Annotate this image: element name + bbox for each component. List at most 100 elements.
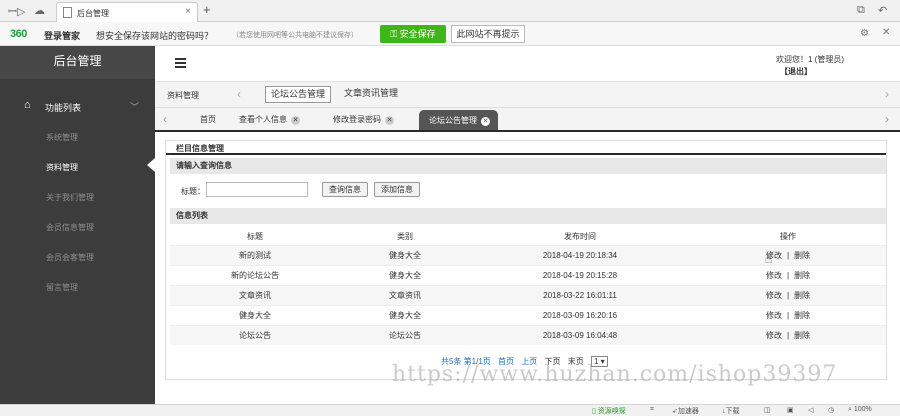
info-table: 标题 类别 发布时间 操作 新的测试 健身大全 2018-04-19 20:18…: [170, 229, 886, 345]
module-forum-notice[interactable]: 论坛公告管理: [265, 86, 332, 103]
sidebar-item-about[interactable]: 关于我们管理: [46, 192, 94, 203]
close-icon[interactable]: ✕: [385, 116, 394, 125]
cell-actions: 修改 | 删除: [690, 324, 886, 345]
current-section: 资料管理: [167, 91, 199, 100]
edit-link[interactable]: 修改: [766, 311, 782, 320]
tab-forum-notice-label: 论坛公告管理: [429, 116, 477, 125]
screenshot-icon[interactable]: ⌗: [650, 406, 654, 414]
close-icon[interactable]: ✕: [882, 27, 890, 38]
logout-link[interactable]: 【退出】: [780, 66, 812, 77]
accelerator-item[interactable]: ➶加速器: [672, 406, 699, 416]
key-icon: ⚿: [390, 29, 400, 39]
cell-category: 健身大全: [340, 264, 470, 285]
column-header-category: 类别: [397, 232, 413, 242]
undo-icon[interactable]: ↶: [878, 4, 887, 17]
gear-icon[interactable]: ⚙: [860, 28, 869, 39]
welcome-text: 欢迎您！1 (管理员): [776, 55, 844, 64]
close-icon[interactable]: ✕: [481, 117, 490, 126]
sniffer-label: 资源嗅探: [597, 408, 626, 415]
page-icon: [63, 7, 72, 18]
cell-title: 论坛公告: [170, 324, 340, 345]
delete-link[interactable]: 删除: [794, 291, 810, 300]
query-button[interactable]: 查询信息: [322, 182, 368, 197]
cell-time: 2018-03-22 16:01:11: [470, 284, 690, 305]
module-bar: 资料管理 ‹ 论坛公告管理 文章资讯管理 ›: [155, 82, 900, 108]
sniffer-item[interactable]: ▯ 资源嗅探: [592, 406, 626, 416]
table-row: 文章资讯 文章资讯 2018-03-22 16:01:11 修改 | 删除: [170, 284, 886, 305]
op-separator: |: [786, 290, 790, 300]
save-note: （若您使用网吧等公共电脑不建议保存）: [232, 32, 358, 39]
restore-icon[interactable]: ⧉: [857, 4, 865, 17]
menu-icon[interactable]: [175, 58, 186, 70]
table-row: 新的测试 健身大全 2018-04-19 20:18:34 修改 | 删除: [170, 244, 886, 265]
sidebar-item-system[interactable]: 系统管理: [46, 132, 78, 143]
cloud-icon[interactable]: ☁: [34, 4, 45, 17]
sidebar-item-messages[interactable]: 留言管理: [46, 282, 78, 293]
module-articles[interactable]: 文章资讯管理: [339, 86, 403, 103]
accelerator-label: 加速器: [677, 408, 699, 415]
tab-profile[interactable]: 查看个人信息 ✕: [239, 114, 300, 125]
panel-divider: [166, 153, 886, 155]
new-tab-button[interactable]: +: [203, 2, 211, 17]
safe-save-button[interactable]: ⚿ 安全保存: [380, 25, 446, 43]
delete-link[interactable]: 删除: [794, 271, 810, 280]
close-icon[interactable]: ✕: [291, 116, 300, 125]
title-search-input[interactable]: [206, 182, 308, 197]
cell-title: 健身大全: [170, 304, 340, 325]
delete-link[interactable]: 删除: [794, 251, 810, 260]
never-prompt-button[interactable]: 此网站不再提示: [451, 25, 525, 43]
edit-link[interactable]: 修改: [766, 291, 782, 300]
sidebar-item-materials[interactable]: 资料管理: [46, 162, 78, 173]
browser-tab[interactable]: 后台管理 ×: [56, 2, 198, 22]
mute-icon[interactable]: ◁: [808, 406, 813, 414]
split-icon[interactable]: ◫: [764, 406, 771, 414]
sidebar-item-member-visits[interactable]: 会员会客管理: [46, 252, 94, 263]
tab-home-label: 首页: [200, 115, 216, 124]
sidebar-item-members[interactable]: 会员信息管理: [46, 222, 94, 233]
op-separator: |: [786, 330, 790, 340]
chevron-left-icon[interactable]: ‹: [237, 87, 241, 101]
browser-tab-title: 后台管理: [77, 9, 109, 18]
cell-category: 健身大全: [340, 304, 470, 325]
cell-actions: 修改 | 删除: [690, 264, 886, 285]
chevron-left-icon[interactable]: ‹: [163, 112, 167, 126]
tab-forum-notice[interactable]: 论坛公告管理 ✕: [419, 110, 498, 130]
zoom-item[interactable]: ⌕ 100%: [848, 406, 872, 414]
zoom-label: 100%: [853, 406, 872, 413]
browser-tab-bar: ꟷ▷ ☁ 后台管理 × + ⧉ ↶: [0, 0, 900, 22]
chevron-right-icon[interactable]: ›: [885, 87, 889, 101]
column-header-time: 发布时间: [564, 232, 596, 242]
active-pointer: [147, 158, 155, 172]
edit-link[interactable]: 修改: [766, 331, 782, 340]
cell-title: 新的论坛公告: [170, 264, 340, 285]
cell-category: 健身大全: [340, 244, 470, 265]
tab-change-password-label: 修改登录密码: [333, 115, 381, 124]
clock-icon[interactable]: ◷: [828, 406, 834, 414]
cell-actions: 修改 | 删除: [690, 304, 886, 325]
download-item[interactable]: ↓下载: [722, 406, 740, 416]
delete-link[interactable]: 删除: [794, 331, 810, 340]
column-header-actions: 操作: [780, 232, 796, 242]
chevron-down-icon: ﹀: [130, 102, 140, 112]
tab-profile-label: 查看个人信息: [239, 115, 287, 124]
op-separator: |: [786, 310, 790, 320]
sidebar: 后台管理 ⌂ 功能列表 ﹀ 系统管理 资料管理 关于我们管理 会员信息管理 会员…: [0, 46, 155, 404]
sidebar-group-label: 功能列表: [45, 103, 82, 113]
back-forward-icon[interactable]: ꟷ▷: [8, 4, 25, 19]
add-info-button[interactable]: 添加信息: [374, 182, 420, 197]
cell-title: 新的测试: [170, 244, 340, 265]
delete-link[interactable]: 删除: [794, 311, 810, 320]
edit-link[interactable]: 修改: [766, 271, 782, 280]
sidebar-group-functions[interactable]: ⌂ 功能列表 ﹀: [0, 94, 155, 118]
tab-change-password[interactable]: 修改登录密码 ✕: [333, 114, 394, 125]
table-row: 新的论坛公告 健身大全 2018-04-19 20:15:28 修改 | 删除: [170, 264, 886, 285]
window-icon[interactable]: ▣: [787, 406, 794, 414]
cell-actions: 修改 | 删除: [690, 284, 886, 305]
tab-home[interactable]: 首页: [200, 114, 216, 125]
table-row: 论坛公告 论坛公告 2018-03-09 16:04:48 修改 | 删除: [170, 324, 886, 345]
tab-close-icon[interactable]: ×: [185, 6, 191, 17]
watermark: https://www.huzhan.com/ishop39397: [392, 362, 838, 387]
chevron-right-icon[interactable]: ›: [885, 112, 889, 126]
zoom-icon: ⌕: [848, 406, 852, 413]
logo-360: 360: [10, 28, 27, 40]
